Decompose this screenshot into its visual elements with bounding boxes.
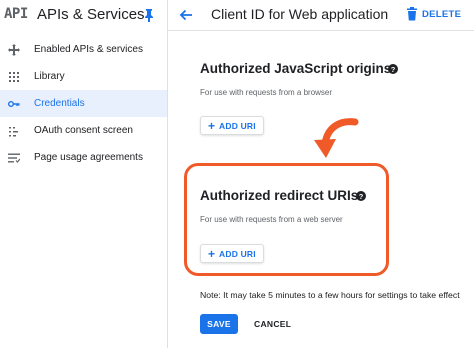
help-icon[interactable]: ? — [356, 191, 366, 201]
sidebar-item-label: Library — [34, 71, 65, 82]
page-usage-icon — [8, 152, 20, 164]
sidebar-item-label: Enabled APIs & services — [34, 44, 143, 55]
plus-icon: + — [208, 246, 216, 261]
sidebar-item-oauth-consent[interactable]: OAuth consent screen — [0, 117, 167, 144]
redirect-uris-title: Authorized redirect URIs — [200, 188, 359, 203]
add-redirect-uri-button[interactable]: + ADD URI — [200, 244, 264, 263]
pin-icon[interactable] — [143, 8, 155, 22]
svg-text:?: ? — [359, 192, 364, 201]
sidebar-title: APIs & Services — [37, 6, 145, 23]
sidebar-item-library[interactable]: Library — [0, 63, 167, 90]
save-button[interactable]: SAVE — [200, 314, 238, 334]
sidebar-item-credentials[interactable]: Credentials — [0, 90, 167, 117]
library-icon — [8, 71, 20, 83]
js-origins-description: For use with requests from a browser — [200, 88, 333, 97]
cancel-label: CANCEL — [254, 319, 292, 329]
sidebar-item-label: Credentials — [34, 98, 85, 109]
trash-icon — [407, 7, 417, 21]
enabled-apis-icon — [8, 43, 20, 56]
sidebar-item-page-usage[interactable]: Page usage agreements — [0, 144, 167, 171]
key-icon — [8, 98, 20, 110]
add-js-origin-button[interactable]: + ADD URI — [200, 116, 264, 135]
sidebar: API APIs & Services Enabled APIs & servi… — [0, 0, 168, 348]
curved-arrow-icon — [314, 118, 359, 158]
consent-screen-icon — [8, 125, 20, 137]
redirect-uris-description: For use with requests from a web server — [200, 215, 343, 224]
add-uri-label: ADD URI — [219, 120, 256, 131]
page-title: Client ID for Web application — [211, 6, 389, 22]
back-arrow-icon[interactable] — [178, 7, 194, 23]
add-uri-label: ADD URI — [219, 248, 256, 259]
top-bar: Client ID for Web application DELETE — [168, 0, 474, 31]
sidebar-header: API APIs & Services — [0, 0, 167, 30]
sidebar-item-label: Page usage agreements — [34, 152, 143, 163]
delete-label: DELETE — [422, 8, 462, 20]
delete-button[interactable]: DELETE — [406, 4, 461, 24]
help-icon[interactable]: ? — [388, 64, 398, 74]
svg-text:?: ? — [391, 65, 396, 74]
api-logo: API — [4, 6, 28, 22]
plus-icon: + — [208, 118, 216, 133]
sidebar-item-label: OAuth consent screen — [34, 125, 133, 136]
js-origins-title: Authorized JavaScript origins — [200, 61, 392, 76]
save-label: SAVE — [207, 319, 231, 329]
sidebar-item-enabled-apis[interactable]: Enabled APIs & services — [0, 36, 167, 63]
cancel-button[interactable]: CANCEL — [248, 314, 297, 334]
settings-note: Note: It may take 5 minutes to a few hou… — [200, 290, 460, 300]
sidebar-nav: Enabled APIs & services Library Credenti… — [0, 36, 167, 171]
